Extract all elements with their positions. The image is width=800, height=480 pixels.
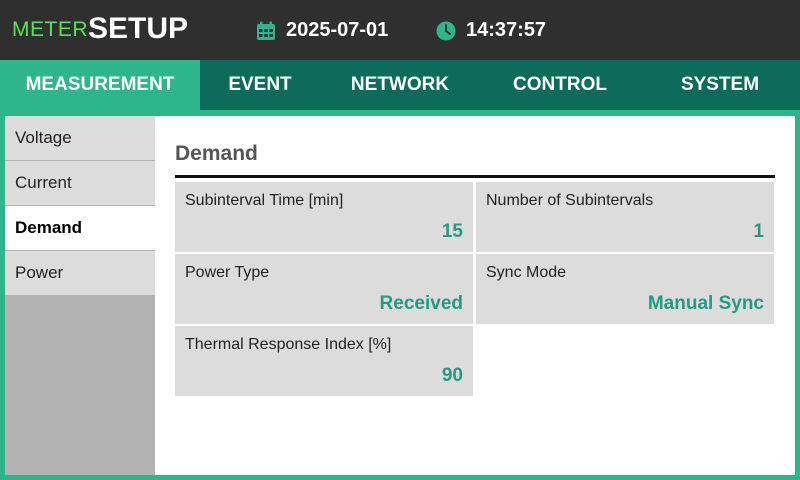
field-power-type[interactable]: Power Type Received bbox=[175, 254, 473, 324]
brand-prefix: METER bbox=[12, 18, 88, 41]
main-panel: Demand Subinterval Time [min] 15 Number … bbox=[155, 116, 795, 475]
tab-event[interactable]: EVENT bbox=[200, 60, 320, 110]
field-sync-mode[interactable]: Sync Mode Manual Sync bbox=[476, 254, 774, 324]
top-bar: METER SETUP 2025-07-01 14:37:57 bbox=[0, 0, 800, 60]
sidebar: Voltage Current Demand Power bbox=[5, 116, 155, 475]
sidebar-item-voltage[interactable]: Voltage bbox=[5, 116, 155, 160]
field-label: Subinterval Time [min] bbox=[185, 192, 344, 209]
field-value: 15 bbox=[441, 221, 463, 242]
field-subinterval-time[interactable]: Subinterval Time [min] 15 bbox=[175, 182, 473, 252]
main-tab-bar: MEASUREMENT EVENT NETWORK CONTROL SYSTEM bbox=[0, 60, 800, 110]
date-value: 2025-07-01 bbox=[286, 19, 389, 41]
section-title: Demand bbox=[175, 142, 258, 165]
page-title: SETUP bbox=[88, 12, 189, 45]
sidebar-item-power[interactable]: Power bbox=[5, 251, 155, 295]
sidebar-item-current[interactable]: Current bbox=[5, 161, 155, 205]
field-thermal-response-index[interactable]: Thermal Response Index [%] 90 bbox=[175, 326, 473, 396]
field-value: 1 bbox=[753, 221, 764, 242]
field-value: 90 bbox=[441, 365, 463, 386]
field-label: Sync Mode bbox=[486, 264, 567, 281]
time-value: 14:37:57 bbox=[466, 19, 547, 41]
clock-icon bbox=[436, 21, 456, 41]
tab-network[interactable]: NETWORK bbox=[320, 60, 480, 110]
title-divider bbox=[175, 175, 775, 178]
field-value: Manual Sync bbox=[647, 293, 764, 314]
time-display: 14:37:57 bbox=[436, 19, 546, 42]
field-value: Received bbox=[379, 293, 463, 314]
tab-control[interactable]: CONTROL bbox=[480, 60, 640, 110]
tab-measurement[interactable]: MEASUREMENT bbox=[0, 60, 200, 110]
field-number-of-subintervals[interactable]: Number of Subintervals 1 bbox=[476, 182, 774, 252]
date-display: 2025-07-01 bbox=[256, 19, 388, 42]
sidebar-item-demand[interactable]: Demand bbox=[5, 206, 155, 250]
tab-system[interactable]: SYSTEM bbox=[640, 60, 800, 110]
field-label: Thermal Response Index [%] bbox=[185, 336, 392, 353]
field-label: Power Type bbox=[185, 264, 270, 281]
calendar-icon bbox=[256, 21, 276, 41]
field-label: Number of Subintervals bbox=[486, 192, 654, 209]
